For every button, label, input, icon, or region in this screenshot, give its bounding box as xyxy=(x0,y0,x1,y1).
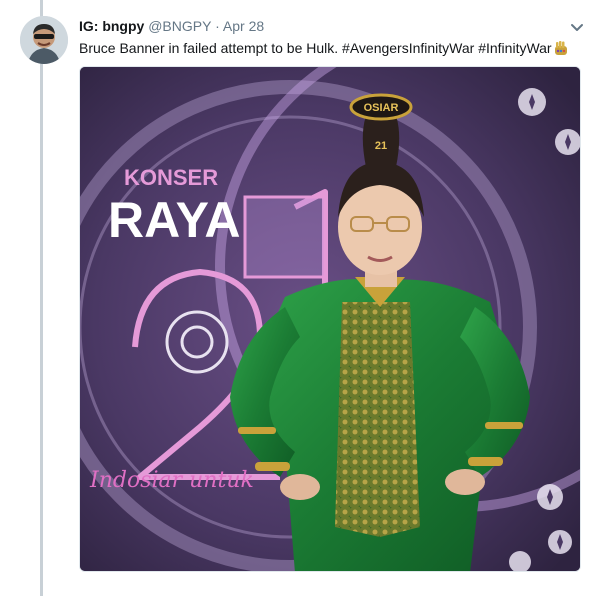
separator-dot: · xyxy=(215,18,220,34)
chevron-down-icon[interactable] xyxy=(568,18,586,36)
avatar-image xyxy=(20,16,68,64)
logo-konser: KONSER xyxy=(124,165,218,190)
user-handle[interactable]: @BNGPY xyxy=(148,18,211,34)
tweet-text: Bruce Banner in failed attempt to be Hul… xyxy=(79,40,552,56)
logo-tagline: Indosiar untuk xyxy=(89,468,254,493)
thread-line xyxy=(40,0,43,596)
display-name[interactable]: IG: bngpy xyxy=(79,18,144,34)
crown-text: OSIAR xyxy=(364,102,399,114)
logo-raya: RAYA xyxy=(108,192,241,248)
infinity-gauntlet-emoji-icon xyxy=(552,40,570,56)
tweet-header: IG: bngpy @BNGPY · Apr 28 xyxy=(79,16,586,38)
photo-canvas: KONSER RAYA Indosiar untuk OSIAR 21 xyxy=(80,67,580,571)
crown-number: 21 xyxy=(375,140,387,152)
tweet-text-container: Bruce Banner in failed attempt to be Hul… xyxy=(79,38,589,58)
avatar[interactable] xyxy=(20,16,68,64)
tweet-date[interactable]: Apr 28 xyxy=(223,18,264,34)
tweet-photo[interactable]: KONSER RAYA Indosiar untuk OSIAR 21 xyxy=(79,66,581,572)
